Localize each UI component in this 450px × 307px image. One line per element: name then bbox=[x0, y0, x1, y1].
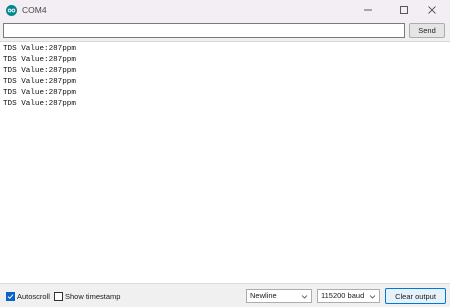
show-timestamp-checkbox[interactable] bbox=[54, 292, 63, 301]
maximize-icon bbox=[400, 6, 408, 14]
arduino-icon bbox=[6, 5, 17, 16]
checkmark-icon bbox=[7, 294, 14, 300]
serial-input[interactable] bbox=[3, 23, 405, 38]
show-timestamp-label: Show timestamp bbox=[65, 292, 121, 301]
output-line: TDS Value:287ppm bbox=[3, 56, 76, 64]
close-button[interactable] bbox=[414, 0, 450, 20]
serial-output[interactable]: TDS Value:287ppm TDS Value:287ppm TDS Va… bbox=[0, 41, 450, 283]
chevron-down-icon bbox=[301, 295, 308, 299]
baud-rate-select[interactable]: 115200 baud bbox=[317, 289, 380, 303]
output-line: TDS Value:287ppm bbox=[3, 78, 76, 86]
baud-rate-value: 115200 baud bbox=[321, 291, 365, 300]
bottom-toolbar: Autoscroll Show timestamp Newline 115200… bbox=[0, 283, 450, 307]
minimize-icon bbox=[364, 9, 372, 11]
output-line: TDS Value:287ppm bbox=[3, 89, 76, 97]
send-button[interactable]: Send bbox=[409, 23, 445, 38]
line-ending-select[interactable]: Newline bbox=[246, 289, 312, 303]
line-ending-value: Newline bbox=[250, 291, 277, 300]
title-bar: COM4 bbox=[0, 0, 450, 20]
send-row: Send bbox=[0, 20, 450, 41]
output-line: TDS Value:287ppm bbox=[3, 67, 76, 75]
window-title: COM4 bbox=[22, 5, 47, 15]
output-line: TDS Value:287ppm bbox=[3, 45, 76, 53]
output-line: TDS Value:287ppm bbox=[3, 100, 76, 108]
close-icon bbox=[428, 6, 436, 14]
autoscroll-checkbox[interactable] bbox=[6, 292, 15, 301]
minimize-button[interactable] bbox=[350, 0, 386, 20]
autoscroll-label: Autoscroll bbox=[17, 292, 50, 301]
serial-monitor-window: COM4 Send TDS Value:287ppm TDS Value:287… bbox=[0, 0, 450, 307]
clear-output-button[interactable]: Clear output bbox=[385, 288, 446, 304]
chevron-down-icon bbox=[369, 295, 376, 299]
